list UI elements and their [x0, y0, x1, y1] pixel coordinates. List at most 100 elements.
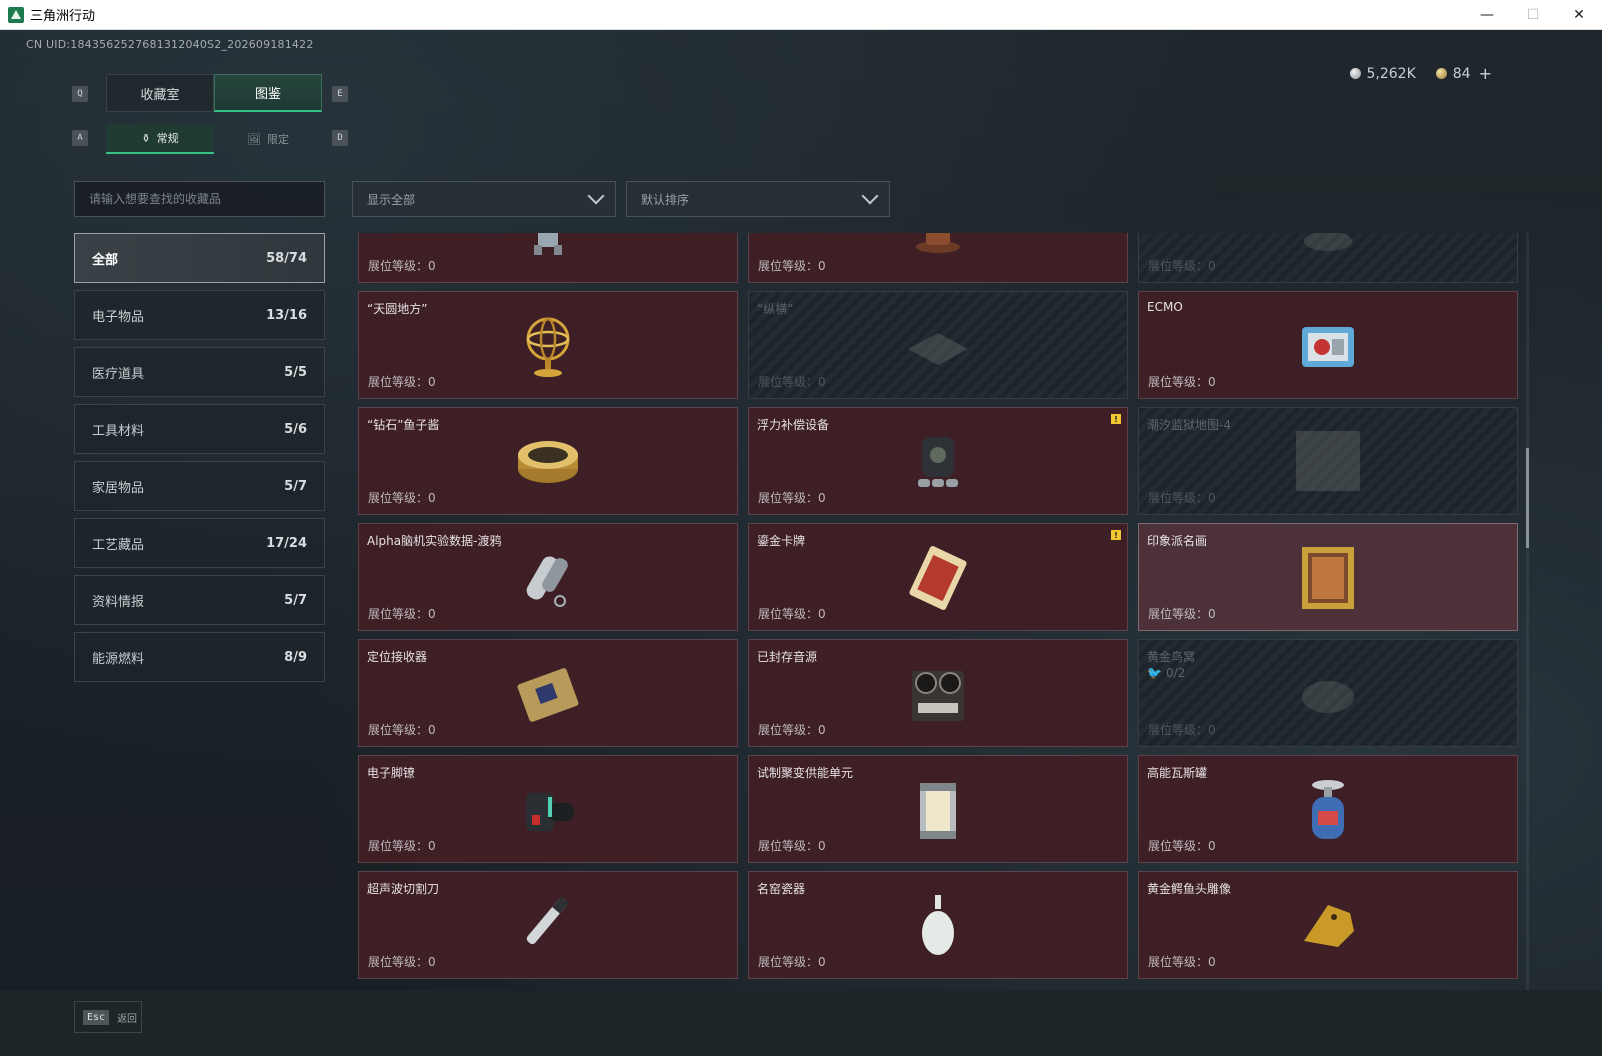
back-button[interactable]: Esc 返回: [74, 1001, 142, 1033]
item-name: 黄金鳄鱼头雕像: [1147, 882, 1232, 896]
gold-amount: 84: [1452, 65, 1471, 82]
ankle-monitor-icon: [526, 793, 574, 831]
item-level: 展位等级：0: [758, 723, 826, 737]
item-card[interactable]: 展位等级：0: [748, 233, 1128, 283]
item-card[interactable]: 试制聚变供能单元 展位等级：0: [748, 755, 1128, 863]
caviar-tin-icon: [518, 441, 578, 483]
item-card[interactable]: 高能瓦斯罐 展位等级：0: [1138, 755, 1518, 863]
category-count: 17/24: [266, 535, 307, 551]
item-card[interactable]: ECMO 展位等级：0: [1138, 291, 1518, 399]
prev-subtab-key[interactable]: A: [72, 130, 88, 146]
item-level: 展位等级：0: [758, 259, 826, 273]
gold-currency: 84 +: [1435, 64, 1492, 83]
item-level: 展位等级：0: [1148, 955, 1216, 969]
bottom-bar: [0, 990, 1602, 1056]
sub-tabs: ⚱ 常规 🖼 限定: [106, 124, 322, 154]
window-title: 三角洲行动: [30, 9, 96, 24]
add-currency-button[interactable]: +: [1479, 64, 1492, 83]
filter-dropdown-value: 显示全部: [367, 192, 416, 207]
window-titlebar: 三角洲行动 — ☐ ✕: [0, 0, 1602, 30]
item-card-locked[interactable]: “纵横” 展位等级：0: [748, 291, 1128, 399]
item-card-locked[interactable]: 展位等级：0: [1138, 233, 1518, 283]
item-name: 高能瓦斯罐: [1147, 766, 1208, 780]
item-level: 展位等级：0: [368, 491, 436, 505]
category-all[interactable]: 全部 58/74: [74, 233, 325, 283]
category-tools[interactable]: 工具材料 5/6: [74, 404, 325, 454]
next-tab-key[interactable]: E: [332, 86, 348, 102]
item-card[interactable]: “钻石”鱼子酱 展位等级：0: [358, 407, 738, 515]
ultrasonic-cutter-icon: [526, 896, 569, 945]
framed-painting-icon: [1302, 547, 1354, 609]
item-name: 试制聚变供能单元: [757, 766, 854, 780]
scrollbar[interactable]: [1526, 233, 1529, 1003]
item-card-locked[interactable]: 潮汐监狱地图-4 展位等级：0: [1138, 407, 1518, 515]
category-medical[interactable]: 医疗道具 5/5: [74, 347, 325, 397]
item-card[interactable]: 超声波切割刀 展位等级：0: [358, 871, 738, 979]
item-level: 展位等级：0: [758, 491, 826, 505]
esc-key: Esc: [83, 1009, 110, 1025]
prev-tab-key[interactable]: Q: [72, 86, 88, 102]
category-label: 医疗道具: [92, 366, 145, 382]
porcelain-vase-icon: [922, 895, 954, 955]
item-card[interactable]: “天圆地方” 展位等级：0: [358, 291, 738, 399]
item-name: ECMO: [1147, 300, 1183, 314]
warning-icon: !: [1111, 530, 1121, 540]
window-controls: — ☐ ✕: [1464, 0, 1602, 30]
item-card[interactable]: 浮力补偿设备 ! 展位等级：0: [748, 407, 1128, 515]
category-count: 58/74: [266, 250, 307, 266]
category-label: 电子物品: [92, 309, 145, 325]
item-name: 名窑瓷器: [757, 882, 806, 896]
category-crafts[interactable]: 工艺藏品 17/24: [74, 518, 325, 568]
item-name: 黄金鸟窝: [1147, 650, 1196, 664]
warning-icon: !: [1111, 414, 1121, 424]
item-card[interactable]: 电子脚镣 展位等级：0: [358, 755, 738, 863]
category-electronics[interactable]: 电子物品 13/16: [74, 290, 325, 340]
close-button[interactable]: ✕: [1556, 0, 1602, 30]
scrollbar-thumb[interactable]: [1526, 448, 1529, 548]
item-card[interactable]: Alpha脑机实验数据-渡鸦 展位等级：0: [358, 523, 738, 631]
category-count: 5/5: [284, 364, 307, 380]
item-level: 展位等级：0: [1148, 839, 1216, 853]
item-card[interactable]: 印象派名画 展位等级：0: [1138, 523, 1518, 631]
map-icon: [1296, 431, 1360, 491]
item-name: 浮力补偿设备: [757, 418, 830, 432]
item-level: 展位等级：0: [368, 839, 436, 853]
item-level: 展位等级：0: [368, 259, 436, 273]
subtab-regular[interactable]: ⚱ 常规: [106, 124, 214, 154]
minimize-button[interactable]: —: [1464, 0, 1510, 30]
item-card[interactable]: 黄金鳄鱼头雕像 展位等级：0: [1138, 871, 1518, 979]
category-energy[interactable]: 能源燃料 8/9: [74, 632, 325, 682]
golden-nest-icon: [1302, 681, 1354, 713]
locked-item-icon: [1304, 233, 1352, 251]
tab-collection-room[interactable]: 收藏室: [106, 74, 214, 112]
item-name: 潮汐监狱地图-4: [1147, 418, 1231, 432]
robot-figure-icon: [534, 233, 562, 255]
tab-codex[interactable]: 图鉴: [214, 74, 322, 112]
maximize-button[interactable]: ☐: [1510, 0, 1556, 30]
item-card[interactable]: 定位接收器 展位等级：0: [358, 639, 738, 747]
item-card[interactable]: 名窑瓷器 展位等级：0: [748, 871, 1128, 979]
item-level: 展位等级：0: [368, 375, 436, 389]
category-count: 5/7: [284, 592, 307, 608]
data-capsule-icon: [526, 556, 568, 607]
category-label: 家居物品: [92, 480, 145, 496]
subtab-limited[interactable]: 🖼 限定: [214, 124, 322, 154]
item-name: 超声波切割刀: [367, 882, 440, 896]
item-grid-viewport[interactable]: 展位等级：0 展位等级：0 展位等级：0 “天圆地方” 展位等级：0 “纵横” …: [358, 233, 1518, 1003]
item-card[interactable]: 展位等级：0: [358, 233, 738, 283]
item-level: 展位等级：0: [1148, 259, 1216, 273]
category-label: 全部: [92, 252, 119, 268]
category-count: 8/9: [284, 649, 307, 665]
category-intel[interactable]: 资料情报 5/7: [74, 575, 325, 625]
category-label: 能源燃料: [92, 651, 145, 667]
filter-dropdown[interactable]: 显示全部: [352, 181, 616, 217]
item-card[interactable]: 已封存音源 展位等级：0: [748, 639, 1128, 747]
bird-icon: 🐦: [1147, 666, 1162, 680]
item-card-locked[interactable]: 黄金鸟窝 🐦 0/2 展位等级：0: [1138, 639, 1518, 747]
item-card[interactable]: 鎏金卡牌 ! 展位等级：0: [748, 523, 1128, 631]
category-label: 资料情报: [92, 594, 145, 610]
category-household[interactable]: 家居物品 5/7: [74, 461, 325, 511]
search-input[interactable]: [74, 181, 325, 217]
sort-dropdown[interactable]: 默认排序: [626, 181, 890, 217]
next-subtab-key[interactable]: D: [332, 130, 348, 146]
